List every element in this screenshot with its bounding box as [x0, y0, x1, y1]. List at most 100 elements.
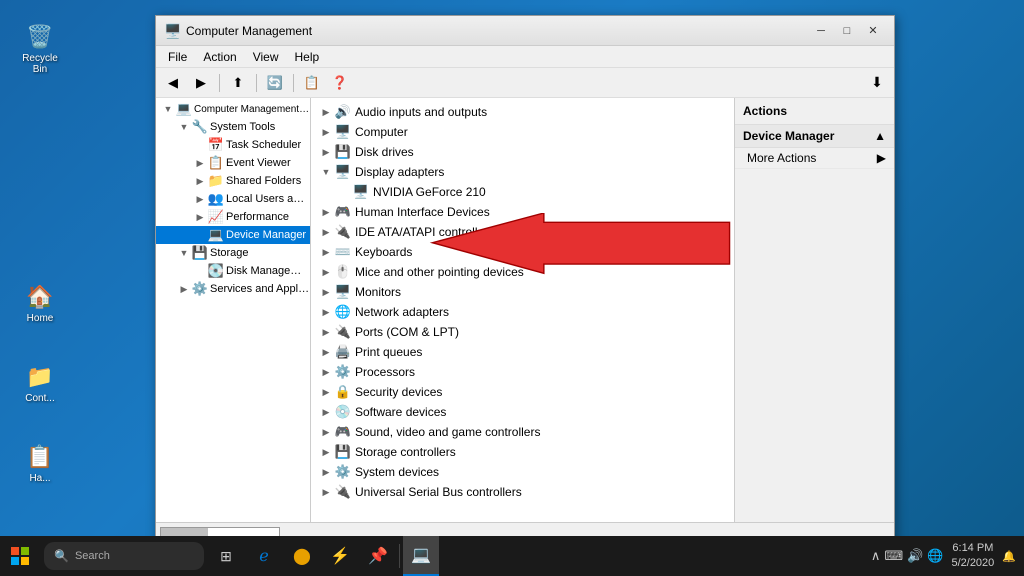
taskbar-divider	[399, 544, 400, 568]
dev-storage-ctrl[interactable]: ▶ 💾 Storage controllers	[311, 442, 734, 462]
tree-label: Device Manager	[224, 229, 306, 241]
minimize-button[interactable]: ─	[808, 21, 834, 41]
start-button[interactable]	[0, 536, 40, 576]
tree-performance[interactable]: ▶ 📈 Performance	[156, 208, 310, 226]
actions-header: Actions	[735, 98, 894, 125]
close-button[interactable]: ✕	[860, 21, 886, 41]
taskbar-app-chrome[interactable]: ⬤	[284, 536, 320, 576]
menu-view[interactable]: View	[245, 48, 287, 66]
dev-print[interactable]: ▶ 🖨️ Print queues	[311, 342, 734, 362]
software-icon: 💿	[335, 404, 351, 420]
maximize-button[interactable]: □	[834, 21, 860, 41]
menu-file[interactable]: File	[160, 48, 195, 66]
tray-arrow[interactable]: ∧	[871, 548, 881, 564]
print-icon: 🖨️	[335, 344, 351, 360]
dev-expand-icon: ▶	[319, 205, 333, 219]
scroll-down-button[interactable]: ⬇	[864, 71, 890, 95]
menu-help[interactable]: Help	[287, 48, 328, 66]
dev-ide[interactable]: ▶ 🔌 IDE ATA/ATAPI controllers	[311, 222, 734, 242]
ports-icon: 🔌	[335, 324, 351, 340]
dev-monitors[interactable]: ▶ 🖥️ Monitors	[311, 282, 734, 302]
dev-hid[interactable]: ▶ 🎮 Human Interface Devices	[311, 202, 734, 222]
dev-nvidia[interactable]: 🖥️ NVIDIA GeForce 210	[311, 182, 734, 202]
tree-local-users[interactable]: ▶ 👥 Local Users and Groups	[156, 190, 310, 208]
forward-button[interactable]: ▶	[188, 71, 214, 95]
dev-system[interactable]: ▶ ⚙️ System devices	[311, 462, 734, 482]
taskbar-app-pin[interactable]: 📌	[360, 536, 396, 576]
toolbar-separator2	[256, 74, 257, 92]
dev-display[interactable]: ▼ 🖥️ Display adapters	[311, 162, 734, 182]
dev-expand-icon: ▶	[319, 365, 333, 379]
dev-keyboard[interactable]: ▶ ⌨️ Keyboards	[311, 242, 734, 262]
tree-label: Services and Applications	[208, 283, 310, 295]
tray-volume[interactable]: 🔊	[907, 548, 923, 564]
dev-mice[interactable]: ▶ 🖱️ Mice and other pointing devices	[311, 262, 734, 282]
tree-label: Storage	[208, 247, 249, 259]
tray-network[interactable]: 🌐	[927, 548, 943, 564]
tree-services[interactable]: ▶ ⚙️ Services and Applications	[156, 280, 310, 298]
desktop-icon-ha[interactable]: 📋 Ha...	[10, 440, 70, 488]
taskbar-active-app[interactable]: 💻	[403, 536, 439, 576]
toolbar-separator	[219, 74, 220, 92]
back-button[interactable]: ◀	[160, 71, 186, 95]
expand-icon: ▶	[176, 281, 192, 297]
up-button[interactable]: ⬆	[225, 71, 251, 95]
tree-label: Performance	[224, 211, 289, 223]
tree-label: Local Users and Groups	[224, 193, 310, 205]
display-dev-icon: 🖥️	[335, 164, 351, 180]
dev-processors[interactable]: ▶ ⚙️ Processors	[311, 362, 734, 382]
expand-icon	[192, 227, 208, 243]
system-tray: ∧ ⌨ 🔊 🌐	[871, 548, 944, 564]
expand-icon: ▶	[192, 155, 208, 171]
tree-disk-mgmt[interactable]: 💽 Disk Management	[156, 262, 310, 280]
dev-expand-icon: ▶	[319, 485, 333, 499]
users-icon: 👥	[208, 191, 224, 207]
usb-icon: 🔌	[335, 484, 351, 500]
dev-usb[interactable]: ▶ 🔌 Universal Serial Bus controllers	[311, 482, 734, 502]
taskbar-search[interactable]: 🔍 Search	[44, 542, 204, 570]
dev-expand-icon: ▶	[319, 325, 333, 339]
tree-event-viewer[interactable]: ▶ 📋 Event Viewer	[156, 154, 310, 172]
calendar-icon: 📅	[208, 137, 224, 153]
tray-keyboard[interactable]: ⌨	[884, 548, 903, 564]
more-actions-item[interactable]: More Actions ▶	[735, 148, 894, 169]
dev-sound[interactable]: ▶ 🎮 Sound, video and game controllers	[311, 422, 734, 442]
refresh-button[interactable]: 🔄	[262, 71, 288, 95]
help-toolbar-button[interactable]: ❓	[327, 71, 353, 95]
tree-label: Computer Management (Local	[192, 104, 310, 115]
dev-security[interactable]: ▶ 🔒 Security devices	[311, 382, 734, 402]
tree-shared-folders[interactable]: ▶ 📁 Shared Folders	[156, 172, 310, 190]
tree-computer-mgmt[interactable]: ▼ 💻 Computer Management (Local	[156, 100, 310, 118]
disk-dev-icon: 💾	[335, 144, 351, 160]
clock[interactable]: 6:14 PM 5/2/2020	[951, 541, 994, 572]
notification-icon[interactable]: 🔔	[1002, 550, 1016, 563]
dev-label: Monitors	[351, 285, 401, 299]
tree-device-manager[interactable]: 💻 Device Manager	[156, 226, 310, 244]
dev-label: System devices	[351, 465, 439, 479]
menu-action[interactable]: Action	[195, 48, 244, 66]
dev-computer[interactable]: ▶ 🖥️ Computer	[311, 122, 734, 142]
tree-task-scheduler[interactable]: 📅 Task Scheduler	[156, 136, 310, 154]
computer-dev-icon: 🖥️	[335, 124, 351, 140]
home-icon: 🏠	[26, 284, 53, 310]
dev-software[interactable]: ▶ 💿 Software devices	[311, 402, 734, 422]
dev-label: Ports (COM & LPT)	[351, 325, 459, 339]
taskbar-app-edge[interactable]: ℯ	[246, 536, 282, 576]
dev-audio[interactable]: ▶ 🔊 Audio inputs and outputs	[311, 102, 734, 122]
tree-system-tools[interactable]: ▼ 🔧 System Tools	[156, 118, 310, 136]
actions-section[interactable]: Device Manager ▲	[735, 125, 894, 148]
dev-disk[interactable]: ▶ 💾 Disk drives	[311, 142, 734, 162]
task-view-button[interactable]: ⊞	[208, 536, 244, 576]
desktop-icon-recycle[interactable]: 🗑️ Recycle Bin	[10, 20, 70, 79]
toolbar-separator3	[293, 74, 294, 92]
tree-storage[interactable]: ▼ 💾 Storage	[156, 244, 310, 262]
expand-icon: ▶	[192, 209, 208, 225]
dev-ports[interactable]: ▶ 🔌 Ports (COM & LPT)	[311, 322, 734, 342]
desktop-icon-cont[interactable]: 📁 Cont...	[10, 360, 70, 408]
tree-label: Task Scheduler	[224, 139, 301, 151]
device-list-panel: ▶ 🔊 Audio inputs and outputs ▶ 🖥️ Comput…	[311, 98, 734, 522]
taskbar-app-unknown[interactable]: ⚡	[322, 536, 358, 576]
dev-network[interactable]: ▶ 🌐 Network adapters	[311, 302, 734, 322]
desktop-icon-home[interactable]: 🏠 Home	[10, 280, 70, 328]
properties-button[interactable]: 📋	[299, 71, 325, 95]
